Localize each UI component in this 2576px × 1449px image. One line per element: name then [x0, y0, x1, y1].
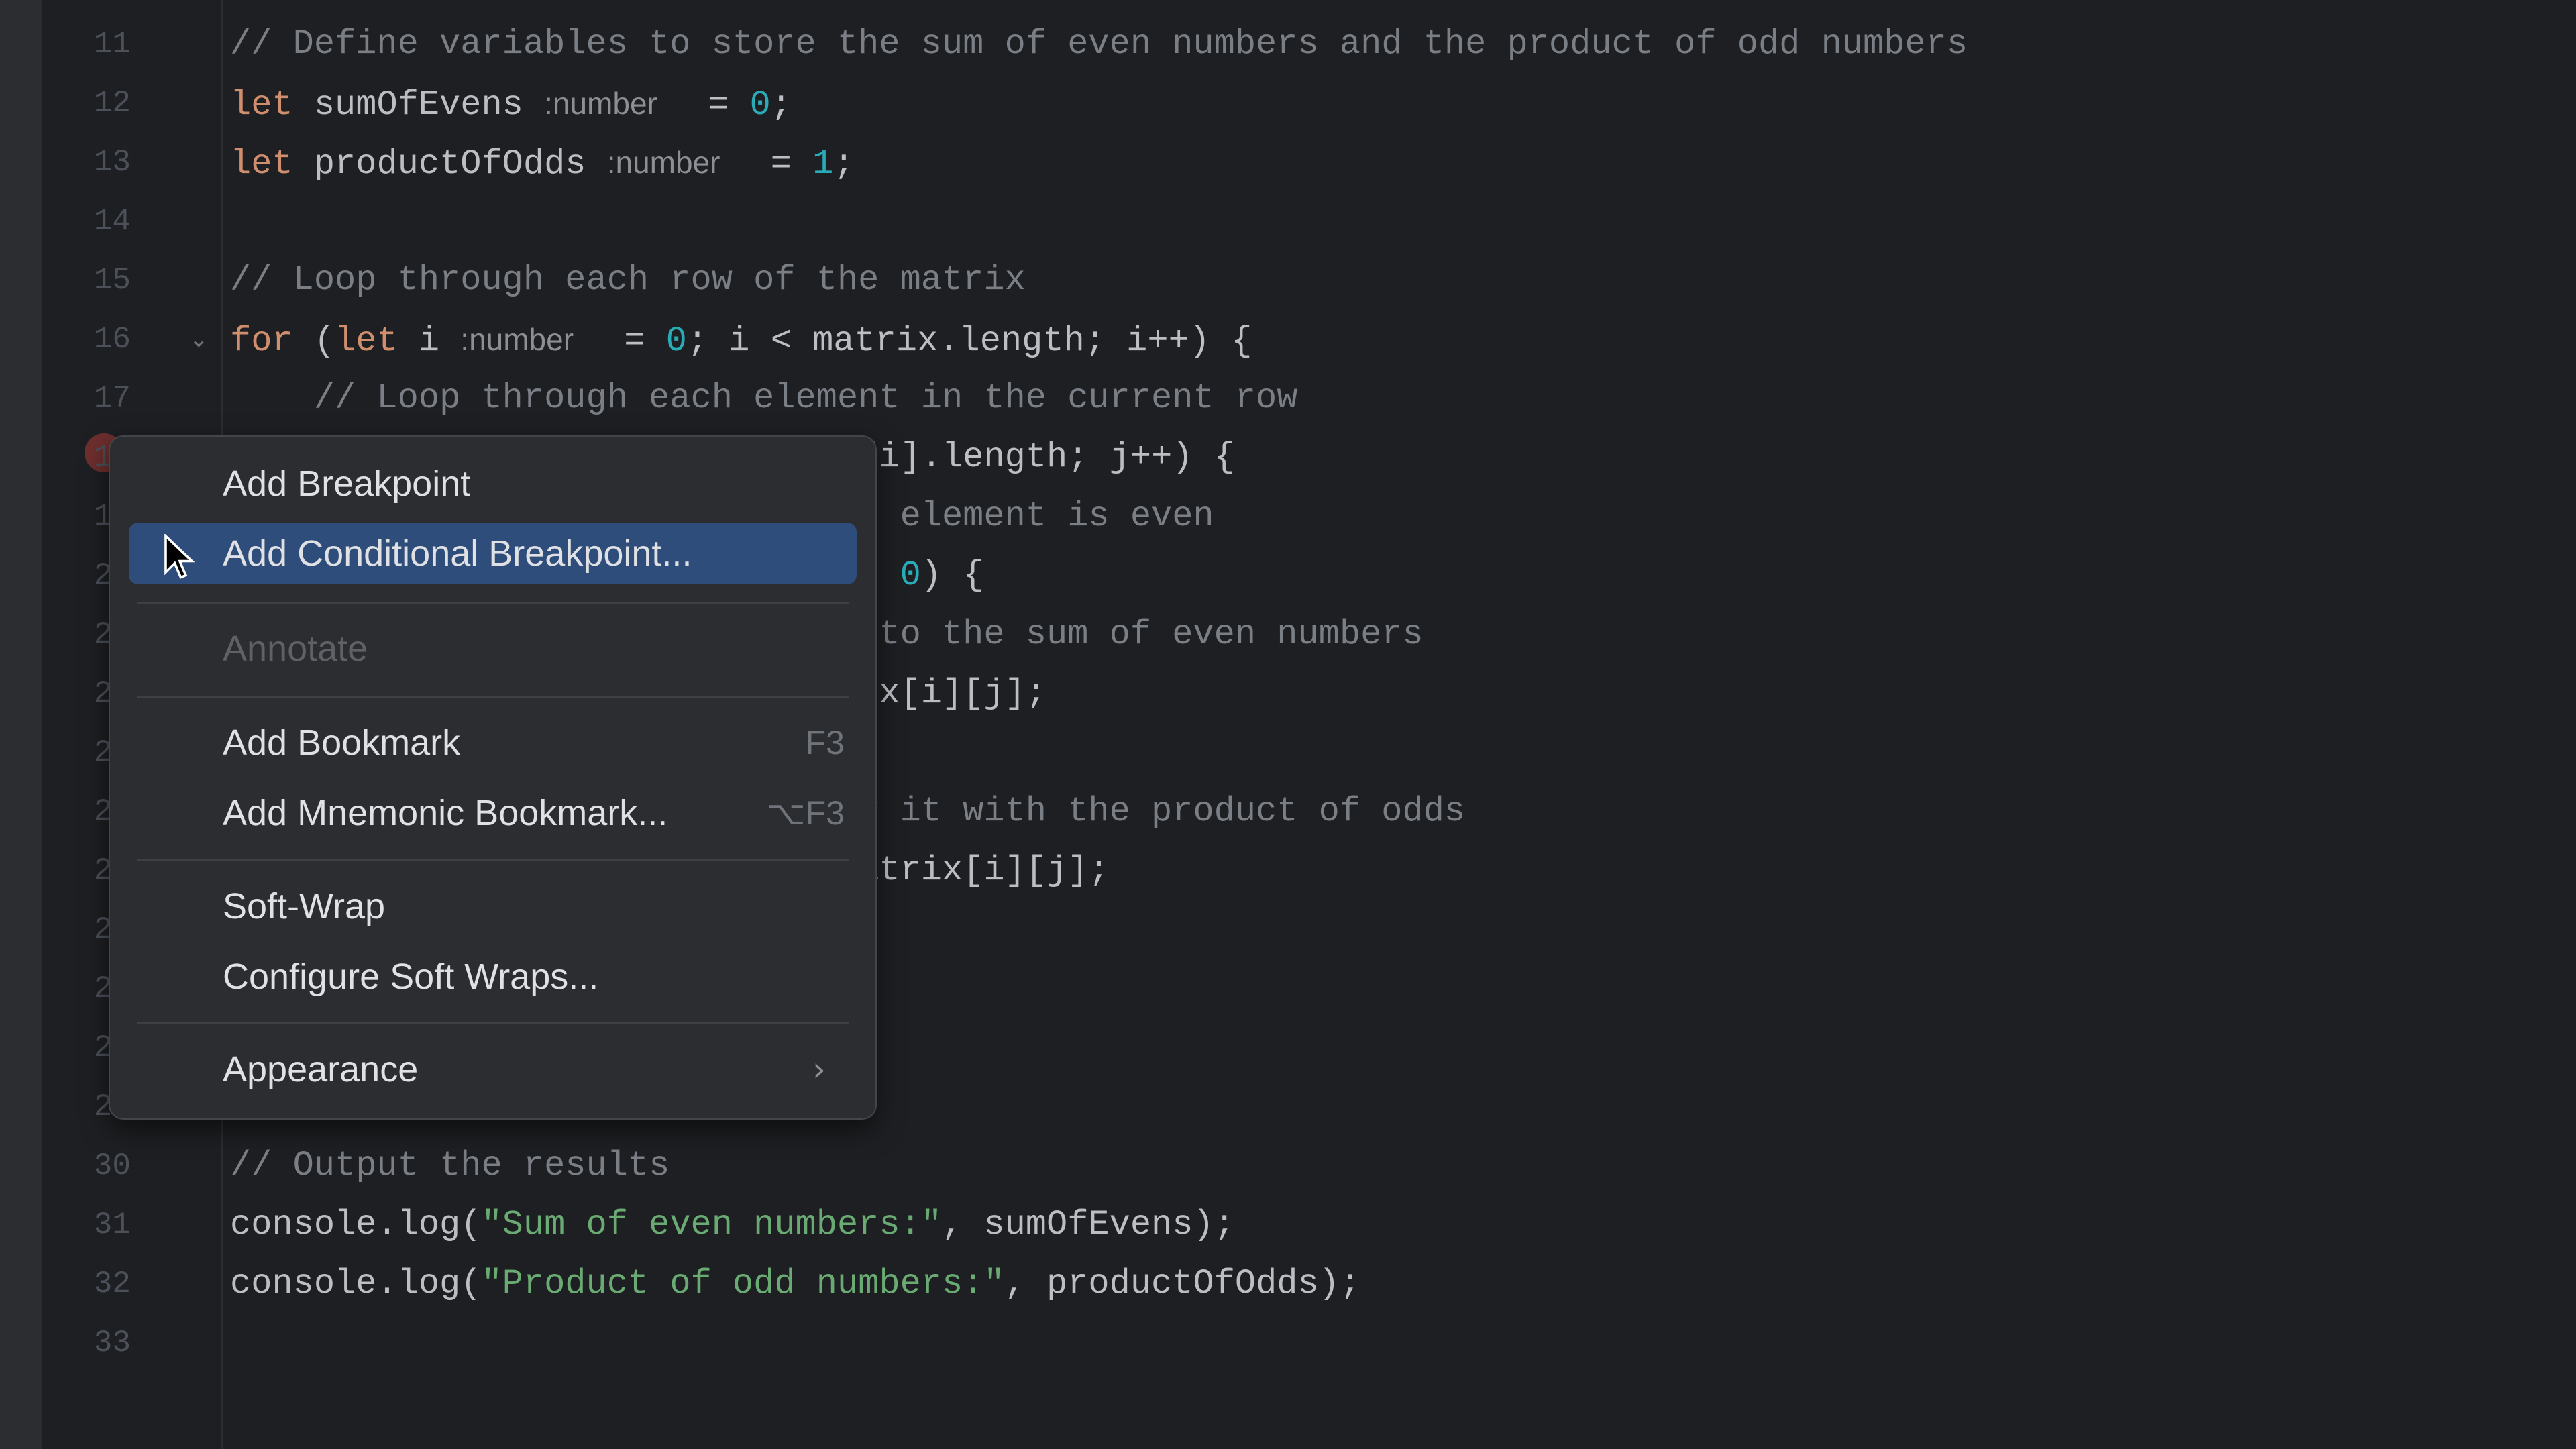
code-token: sumOfEvens — [313, 85, 545, 125]
code-token: ; — [833, 144, 855, 184]
code-text: let productOfOdds :number = 1; — [230, 133, 855, 194]
code-token: let — [335, 321, 419, 361]
line-number[interactable]: 17 — [67, 369, 131, 428]
code-token: productOfOdds — [313, 144, 607, 184]
code-line[interactable]: 13 let productOfOdds :number = 1; — [0, 133, 2576, 192]
code-token: , sumOfEvens); — [941, 1205, 1235, 1244]
line-number[interactable]: 32 — [67, 1254, 131, 1313]
menu-item-label: Configure Soft Wraps... — [223, 957, 599, 997]
code-token: 0 — [665, 321, 687, 361]
code-token: // Loop through each row of the matrix — [230, 260, 1026, 300]
code-token: = — [729, 144, 813, 184]
menu-item-configure-soft-wraps[interactable]: Configure Soft Wraps... — [129, 946, 857, 1008]
code-token: console.log( — [230, 1264, 482, 1303]
line-number[interactable]: 30 — [67, 1136, 131, 1195]
chevron-right-icon: › — [812, 1050, 826, 1089]
code-text: // Output the results — [230, 1136, 669, 1195]
menu-item-shortcut: ⌥F3 — [767, 794, 845, 832]
code-line[interactable]: 31 console.log("Sum of even numbers:", su… — [0, 1195, 2576, 1254]
menu-separator — [137, 1022, 849, 1024]
line-number[interactable]: 33 — [67, 1313, 131, 1373]
menu-item-annotate: Annotate — [129, 618, 857, 680]
code-token: let — [230, 144, 314, 184]
menu-separator — [137, 696, 849, 698]
gutter-context-menu: Add Breakpoint Add Conditional Breakpoin… — [109, 435, 877, 1120]
menu-item-label: Add Conditional Breakpoint... — [223, 533, 692, 574]
menu-separator — [137, 602, 849, 604]
line-number[interactable]: 31 — [67, 1195, 131, 1254]
code-token: 0 — [749, 85, 771, 125]
line-number[interactable]: 14 — [67, 192, 131, 251]
code-token: ; — [770, 85, 792, 125]
type-hint: :number — [544, 86, 666, 121]
code-text: // Define variables to store the sum of … — [230, 15, 1968, 74]
code-text: console.log("Product of odd numbers:", p… — [230, 1254, 1360, 1313]
menu-item-add-breakpoint[interactable]: Add Breakpoint — [129, 453, 857, 515]
menu-item-label: Annotate — [223, 629, 368, 669]
menu-item-label: Appearance — [223, 1049, 419, 1089]
menu-item-label: Soft-Wrap — [223, 886, 386, 926]
code-token: // Define variables to store the sum of … — [230, 24, 1968, 64]
code-line[interactable]: 15 // Loop through each row of the matrix — [0, 251, 2576, 310]
menu-item-add-mnemonic-bookmark[interactable]: Add Mnemonic Bookmark... ⌥F3 — [129, 782, 857, 844]
menu-item-label: Add Breakpoint — [223, 464, 471, 504]
mouse-cursor-icon — [164, 534, 195, 579]
line-number[interactable]: 11 — [67, 15, 131, 74]
code-line[interactable]: 11 // Define variables to store the sum o… — [0, 15, 2576, 74]
code-line[interactable]: 12 let sumOfEvens :number = 0; — [0, 74, 2576, 133]
menu-item-soft-wrap[interactable]: Soft-Wrap — [129, 875, 857, 937]
menu-item-add-bookmark[interactable]: Add Bookmark F3 — [129, 712, 857, 773]
menu-item-shortcut: F3 — [805, 724, 845, 761]
menu-item-appearance[interactable]: Appearance › — [129, 1038, 857, 1100]
code-text: // Loop through each element in the curr… — [230, 369, 1298, 428]
line-number[interactable]: 13 — [67, 133, 131, 192]
code-token: "Sum of even numbers:" — [481, 1205, 942, 1244]
code-token: , productOfOdds); — [1004, 1264, 1361, 1303]
code-token: i — [418, 321, 461, 361]
code-line[interactable]: 16 ⌄ for (let i :number = 0; i < matrix.le… — [0, 310, 2576, 369]
code-line[interactable]: 14 — [0, 192, 2576, 251]
line-number[interactable]: 15 — [67, 251, 131, 310]
fold-chevron-icon[interactable]: ⌄ — [189, 310, 209, 369]
menu-item-add-conditional-breakpoint[interactable]: Add Conditional Breakpoint... — [129, 523, 857, 584]
code-line[interactable]: 30 // Output the results — [0, 1136, 2576, 1195]
code-text: console.log("Sum of even numbers:", sumO… — [230, 1195, 1235, 1254]
code-token: ) { — [920, 555, 984, 595]
code-text: // Loop through each row of the matrix — [230, 251, 1026, 310]
menu-separator — [137, 859, 849, 861]
menu-item-label: Add Bookmark — [223, 722, 461, 763]
menu-item-label: Add Mnemonic Bookmark... — [223, 793, 668, 833]
code-token: = — [665, 85, 750, 125]
code-line[interactable]: 32 console.log("Product of odd numbers:",… — [0, 1254, 2576, 1313]
code-token: // Loop through each element in the curr… — [230, 378, 1298, 418]
code-token: ( — [313, 321, 335, 361]
code-token: // Output the results — [230, 1146, 670, 1185]
line-number[interactable]: 16 — [67, 310, 131, 369]
code-token: 1 — [812, 144, 834, 184]
code-token: let — [230, 85, 314, 125]
code-token: 0 — [900, 555, 921, 595]
code-token: for — [230, 321, 314, 361]
code-line[interactable]: 17 // Loop through each element in the c… — [0, 369, 2576, 428]
code-token: "Product of odd numbers:" — [481, 1264, 1005, 1303]
code-token: = — [582, 321, 666, 361]
code-token: ; i < matrix.length; i++) { — [686, 321, 1252, 361]
code-line[interactable]: 33 — [0, 1313, 2576, 1373]
type-hint: :number — [460, 322, 582, 357]
code-token: console.log( — [230, 1205, 482, 1244]
line-number[interactable]: 12 — [67, 74, 131, 133]
code-text: for (let i :number = 0; i < matrix.lengt… — [230, 310, 1252, 371]
type-hint: :number — [606, 145, 729, 180]
code-text: let sumOfEvens :number = 0; — [230, 74, 792, 135]
